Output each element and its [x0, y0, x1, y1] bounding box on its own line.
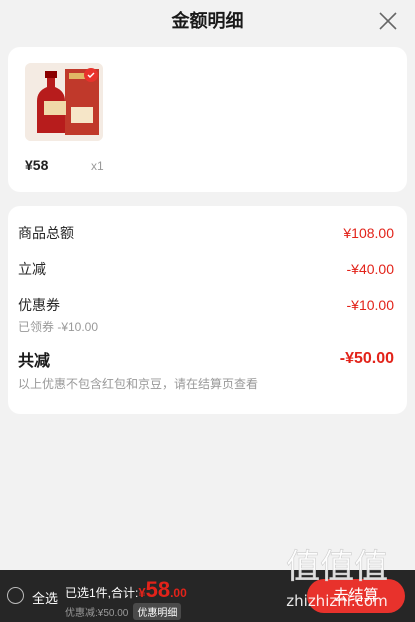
sum-currency: ¥	[138, 585, 146, 600]
close-icon[interactable]	[377, 10, 399, 32]
sum-line: 已选1件,合计: ¥ 58 .00	[65, 577, 187, 603]
checkout-button[interactable]: 去结算	[307, 579, 405, 613]
discount-amount-text: 优惠减:¥50.00	[65, 608, 129, 619]
coupon-label: 优惠券	[18, 297, 60, 313]
product-price: ¥58	[25, 157, 49, 173]
bottom-bar: 全选 已选1件,合计: ¥ 58 .00 优惠减:¥50.00 优惠明细 去结算	[0, 570, 415, 622]
selected-count-text: 已选1件,合计:	[65, 586, 139, 600]
instant-discount-row: 立减 -¥40.00	[18, 258, 394, 280]
total-reduction-value: -¥50.00	[339, 350, 394, 367]
total-reduction-label: 共减	[18, 353, 51, 370]
coupon-value: -¥10.00	[346, 297, 394, 313]
select-all-radio[interactable]	[7, 587, 24, 604]
product-quantity: x1	[91, 159, 104, 173]
instant-discount-value: -¥40.00	[346, 261, 394, 277]
discount-note: 以上优惠不包含红包和京豆，请在结算页查看	[18, 377, 259, 391]
total-goods-label: 商品总额	[18, 225, 74, 241]
total-reduction-row: 共减 -¥50.00	[18, 347, 394, 371]
price-row: ¥58 x1	[25, 157, 407, 173]
coupon-subtext: 已领券 -¥10.00	[18, 320, 99, 334]
discount-detail-button[interactable]: 优惠明细	[133, 603, 182, 620]
product-image[interactable]	[25, 63, 103, 141]
product-card: ¥58 x1	[8, 47, 407, 192]
sum-decimal: .00	[170, 586, 187, 600]
coupon-row: 优惠券 -¥10.00	[18, 294, 394, 316]
select-all-label[interactable]: 全选	[32, 588, 58, 607]
total-goods-value: ¥108.00	[343, 225, 394, 241]
amount-detail-card: 商品总额 ¥108.00 立减 -¥40.00 优惠券 -¥10.00 已领券 …	[8, 206, 407, 414]
header: 金额明细	[0, 0, 415, 42]
total-goods-row: 商品总额 ¥108.00	[18, 222, 394, 244]
discount-line: 优惠减:¥50.00 优惠明细	[65, 603, 182, 620]
sum-integer: 58	[145, 577, 171, 602]
liquor-gift-box-icon	[25, 63, 103, 141]
instant-discount-label: 立减	[18, 261, 46, 277]
page-title: 金额明细	[171, 11, 244, 31]
